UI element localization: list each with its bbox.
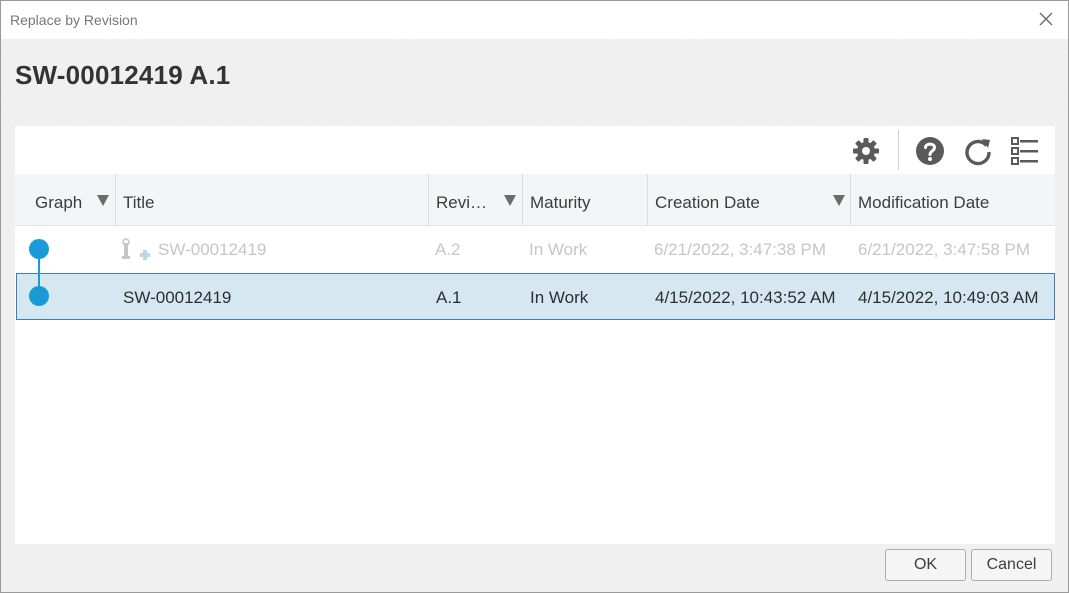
ok-button[interactable]: OK bbox=[885, 549, 966, 581]
row-modification-date: 6/21/2022, 3:47:58 PM bbox=[858, 240, 1031, 259]
cancel-button[interactable]: Cancel bbox=[971, 549, 1052, 581]
grid-toolbar bbox=[15, 126, 1055, 174]
column-revision-label: Revi… bbox=[436, 193, 488, 212]
row-maturity: In Work bbox=[529, 240, 588, 259]
column-creation-date[interactable]: Creation Date bbox=[648, 174, 851, 226]
table-row-selected[interactable]: SW-00012419 A.1 In Work 4/15/2022, 10:43… bbox=[16, 273, 1055, 320]
column-graph-label: Graph bbox=[35, 193, 83, 212]
row-modification-date: 4/15/2022, 10:49:03 AM bbox=[858, 288, 1039, 307]
column-modification-date-label: Modification Date bbox=[858, 193, 990, 212]
part-icon bbox=[121, 238, 153, 267]
list-view-icon[interactable] bbox=[1008, 134, 1042, 168]
refresh-icon[interactable] bbox=[961, 134, 995, 168]
column-graph[interactable]: Graph bbox=[15, 174, 116, 226]
row-title: SW-00012419 bbox=[158, 240, 267, 259]
replace-by-revision-dialog: Replace by Revision SW-00012419 A.1 Grap… bbox=[0, 0, 1069, 593]
column-creation-date-label: Creation Date bbox=[655, 193, 760, 212]
revision-grid: Graph Title Revi… Maturity Creation Date… bbox=[15, 174, 1055, 544]
filter-icon[interactable] bbox=[833, 195, 845, 206]
column-revision[interactable]: Revi… bbox=[429, 174, 523, 226]
dialog-title: Replace by Revision bbox=[10, 12, 138, 28]
table-row[interactable]: SW-00012419 A.2 In Work 6/21/2022, 3:47:… bbox=[15, 226, 1055, 273]
row-title: SW-00012419 bbox=[123, 288, 232, 307]
toolbar-divider bbox=[898, 130, 899, 170]
column-modification-date[interactable]: Modification Date bbox=[851, 174, 1055, 226]
row-creation-date: 4/15/2022, 10:43:52 AM bbox=[655, 288, 836, 307]
help-icon[interactable] bbox=[913, 134, 947, 168]
row-maturity: In Work bbox=[530, 288, 589, 307]
object-name: SW-00012419 A.1 bbox=[15, 60, 231, 90]
graph-node[interactable] bbox=[29, 239, 49, 259]
column-maturity[interactable]: Maturity bbox=[523, 174, 648, 226]
filter-icon[interactable] bbox=[97, 195, 109, 206]
column-title-label: Title bbox=[123, 193, 155, 212]
graph-node[interactable] bbox=[29, 286, 49, 306]
column-maturity-label: Maturity bbox=[530, 193, 591, 212]
close-icon[interactable] bbox=[1036, 9, 1056, 29]
dialog-footer: OK Cancel bbox=[15, 544, 1055, 590]
row-revision: A.1 bbox=[436, 288, 462, 307]
grid-header: Graph Title Revi… Maturity Creation Date… bbox=[15, 174, 1055, 226]
row-revision: A.2 bbox=[435, 240, 461, 259]
row-creation-date: 6/21/2022, 3:47:38 PM bbox=[654, 240, 827, 259]
gear-icon[interactable] bbox=[849, 134, 883, 168]
filter-icon[interactable] bbox=[504, 195, 516, 206]
column-title[interactable]: Title bbox=[116, 174, 429, 226]
dialog-titlebar[interactable]: Replace by Revision bbox=[1, 1, 1068, 39]
